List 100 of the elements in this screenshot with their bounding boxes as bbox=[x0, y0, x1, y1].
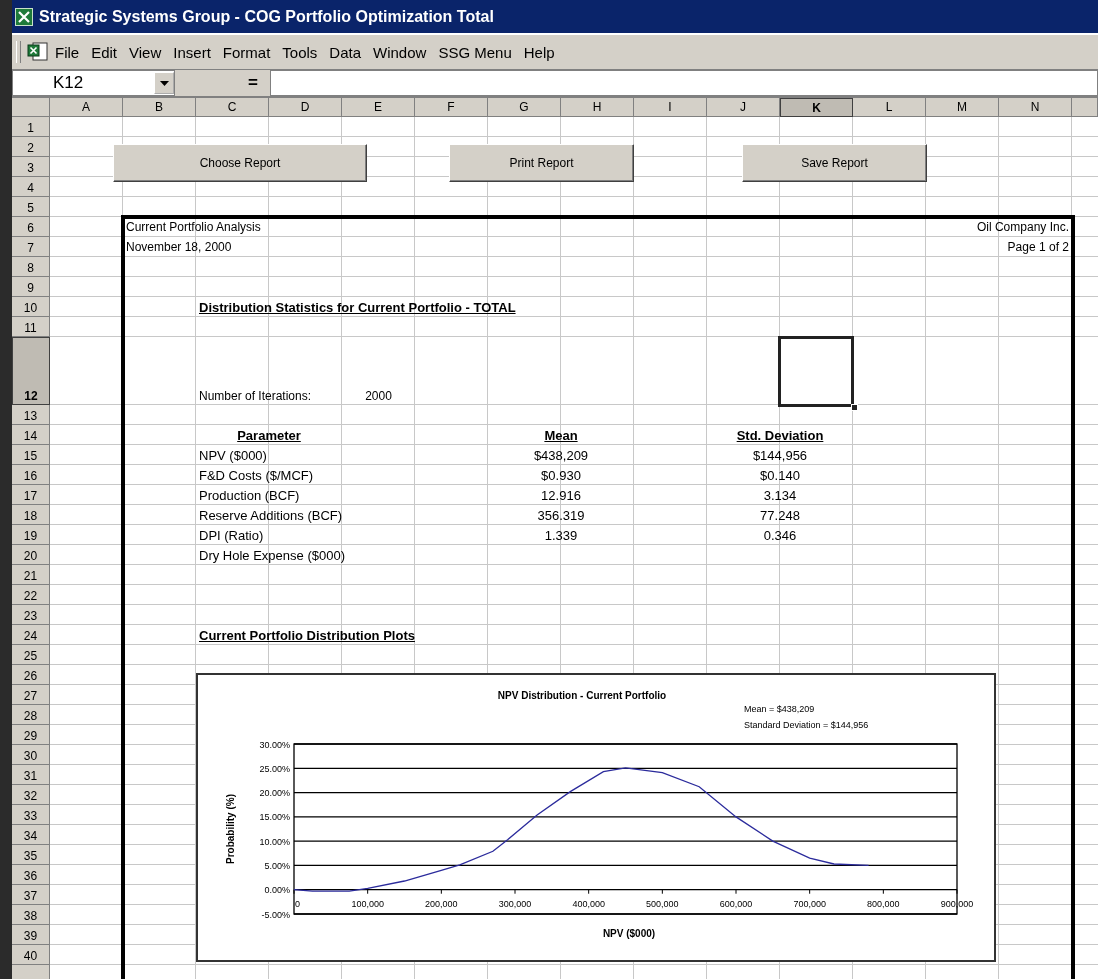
company-name: Oil Company Inc. bbox=[975, 220, 1070, 234]
name-box[interactable]: K12 bbox=[12, 70, 175, 96]
row-header[interactable]: 8 bbox=[12, 257, 50, 277]
row-header[interactable]: 7 bbox=[12, 237, 50, 257]
column-header[interactable]: J bbox=[707, 98, 780, 117]
formula-field[interactable] bbox=[270, 70, 1098, 96]
row-header[interactable]: 11 bbox=[12, 317, 50, 337]
document-icon[interactable] bbox=[27, 42, 49, 62]
chart-title: NPV Distribution - Current Portfolio bbox=[497, 690, 667, 701]
menu-item[interactable]: Data bbox=[323, 41, 368, 63]
column-header[interactable]: A bbox=[50, 98, 123, 117]
row-header[interactable]: 22 bbox=[12, 585, 50, 605]
row-header[interactable]: 13 bbox=[12, 405, 50, 425]
row-header[interactable]: 21 bbox=[12, 565, 50, 585]
row-header[interactable]: 3 bbox=[12, 157, 50, 177]
column-header[interactable]: I bbox=[634, 98, 707, 117]
menu-item[interactable]: View bbox=[123, 41, 168, 63]
x-tick-label: 300,000 bbox=[498, 898, 532, 909]
row-header[interactable]: 6 bbox=[12, 217, 50, 237]
column-header[interactable]: G bbox=[488, 98, 561, 117]
menu-item[interactable]: Tools bbox=[276, 41, 324, 63]
column-header[interactable]: E bbox=[342, 98, 415, 117]
table-cell-text: NPV ($000) bbox=[198, 447, 268, 463]
y-tick-label: 5.00% bbox=[264, 860, 290, 871]
row-header[interactable]: 20 bbox=[12, 545, 50, 565]
row-header[interactable]: 16 bbox=[12, 465, 50, 485]
row-header[interactable]: 9 bbox=[12, 277, 50, 297]
chart-annotation: Standard Deviation = $144,956 bbox=[744, 720, 869, 730]
row-header[interactable]: 39 bbox=[12, 925, 50, 945]
table-cell-text: Reserve Additions (BCF) bbox=[198, 507, 344, 523]
page-number: Page 1 of 2 bbox=[1006, 240, 1070, 254]
menu-item[interactable]: Help bbox=[517, 41, 561, 63]
column-heading: Std. Deviation bbox=[735, 427, 825, 443]
y-axis-label: Probability (%) bbox=[225, 794, 236, 864]
report-button[interactable]: Save Report bbox=[742, 144, 927, 182]
row-header[interactable]: 26 bbox=[12, 665, 50, 685]
row-header[interactable]: 40 bbox=[12, 945, 50, 965]
row-header[interactable]: 30 bbox=[12, 745, 50, 765]
x-tick-label: 800,000 bbox=[867, 898, 900, 909]
column-header[interactable]: D bbox=[269, 98, 342, 117]
row-header[interactable]: 10 bbox=[12, 297, 50, 317]
iterations-label: Number of Iterations: bbox=[198, 389, 313, 405]
x-axis-label: NPV ($000) bbox=[602, 928, 656, 939]
row-header[interactable]: 27 bbox=[12, 685, 50, 705]
table-cell-text: $144,956 bbox=[751, 447, 809, 463]
table-cell-text: 77.248 bbox=[759, 507, 801, 523]
column-header[interactable] bbox=[1072, 98, 1098, 117]
row-header[interactable]: 24 bbox=[12, 625, 50, 645]
menu-item[interactable]: SSG Menu bbox=[432, 41, 518, 63]
row-header[interactable]: 14 bbox=[12, 425, 50, 445]
row-header[interactable]: 28 bbox=[12, 705, 50, 725]
table-cell-text: 356.319 bbox=[536, 507, 586, 523]
column-header[interactable]: B bbox=[123, 98, 196, 117]
column-header[interactable]: N bbox=[999, 98, 1072, 117]
y-tick-label: 10.00% bbox=[259, 836, 290, 847]
dropdown-button[interactable] bbox=[154, 72, 174, 94]
row-header[interactable]: 31 bbox=[12, 765, 50, 785]
y-tick-label: 20.00% bbox=[259, 788, 290, 799]
column-header[interactable]: K bbox=[780, 98, 853, 117]
row-header[interactable]: 35 bbox=[12, 845, 50, 865]
row-header[interactable]: 12 bbox=[12, 337, 50, 405]
row-header[interactable]: 5 bbox=[12, 197, 50, 217]
row-header[interactable] bbox=[12, 965, 50, 979]
column-header[interactable]: C bbox=[196, 98, 269, 117]
column-header[interactable]: H bbox=[561, 98, 634, 117]
report-button[interactable]: Choose Report bbox=[113, 144, 367, 182]
y-tick-label: 0.00% bbox=[264, 885, 290, 896]
y-tick-label: 30.00% bbox=[259, 739, 290, 750]
row-header[interactable]: 23 bbox=[12, 605, 50, 625]
row-header[interactable]: 37 bbox=[12, 885, 50, 905]
row-header[interactable]: 33 bbox=[12, 805, 50, 825]
report-button[interactable]: Print Report bbox=[449, 144, 634, 182]
select-all-button[interactable] bbox=[12, 98, 50, 117]
row-header[interactable]: 34 bbox=[12, 825, 50, 845]
table-cell-text: DPI (Ratio) bbox=[198, 527, 265, 543]
menu-item[interactable]: File bbox=[49, 41, 86, 63]
row-header[interactable]: 29 bbox=[12, 725, 50, 745]
row-header[interactable]: 17 bbox=[12, 485, 50, 505]
row-header[interactable]: 15 bbox=[12, 445, 50, 465]
column-header[interactable]: L bbox=[853, 98, 926, 117]
menu-item[interactable]: Insert bbox=[167, 41, 217, 63]
y-tick-label: -5.00% bbox=[261, 909, 290, 920]
row-header[interactable]: 32 bbox=[12, 785, 50, 805]
row-header[interactable]: 18 bbox=[12, 505, 50, 525]
row-header[interactable]: 1 bbox=[12, 117, 50, 137]
menu-item[interactable]: Format bbox=[216, 41, 277, 63]
row-header[interactable]: 19 bbox=[12, 525, 50, 545]
menu-item[interactable]: Window bbox=[367, 41, 433, 63]
row-header[interactable]: 25 bbox=[12, 645, 50, 665]
row-header[interactable]: 36 bbox=[12, 865, 50, 885]
y-tick-label: 25.00% bbox=[259, 763, 290, 774]
table-cell-text: $438,209 bbox=[532, 447, 590, 463]
column-header[interactable]: M bbox=[926, 98, 999, 117]
menu-item[interactable]: Edit bbox=[85, 41, 124, 63]
row-header[interactable]: 38 bbox=[12, 905, 50, 925]
row-header[interactable]: 4 bbox=[12, 177, 50, 197]
table-cell-text: $0.930 bbox=[540, 467, 582, 483]
column-header[interactable]: F bbox=[415, 98, 488, 117]
x-tick-label: 500,000 bbox=[646, 898, 679, 909]
row-header[interactable]: 2 bbox=[12, 137, 50, 157]
